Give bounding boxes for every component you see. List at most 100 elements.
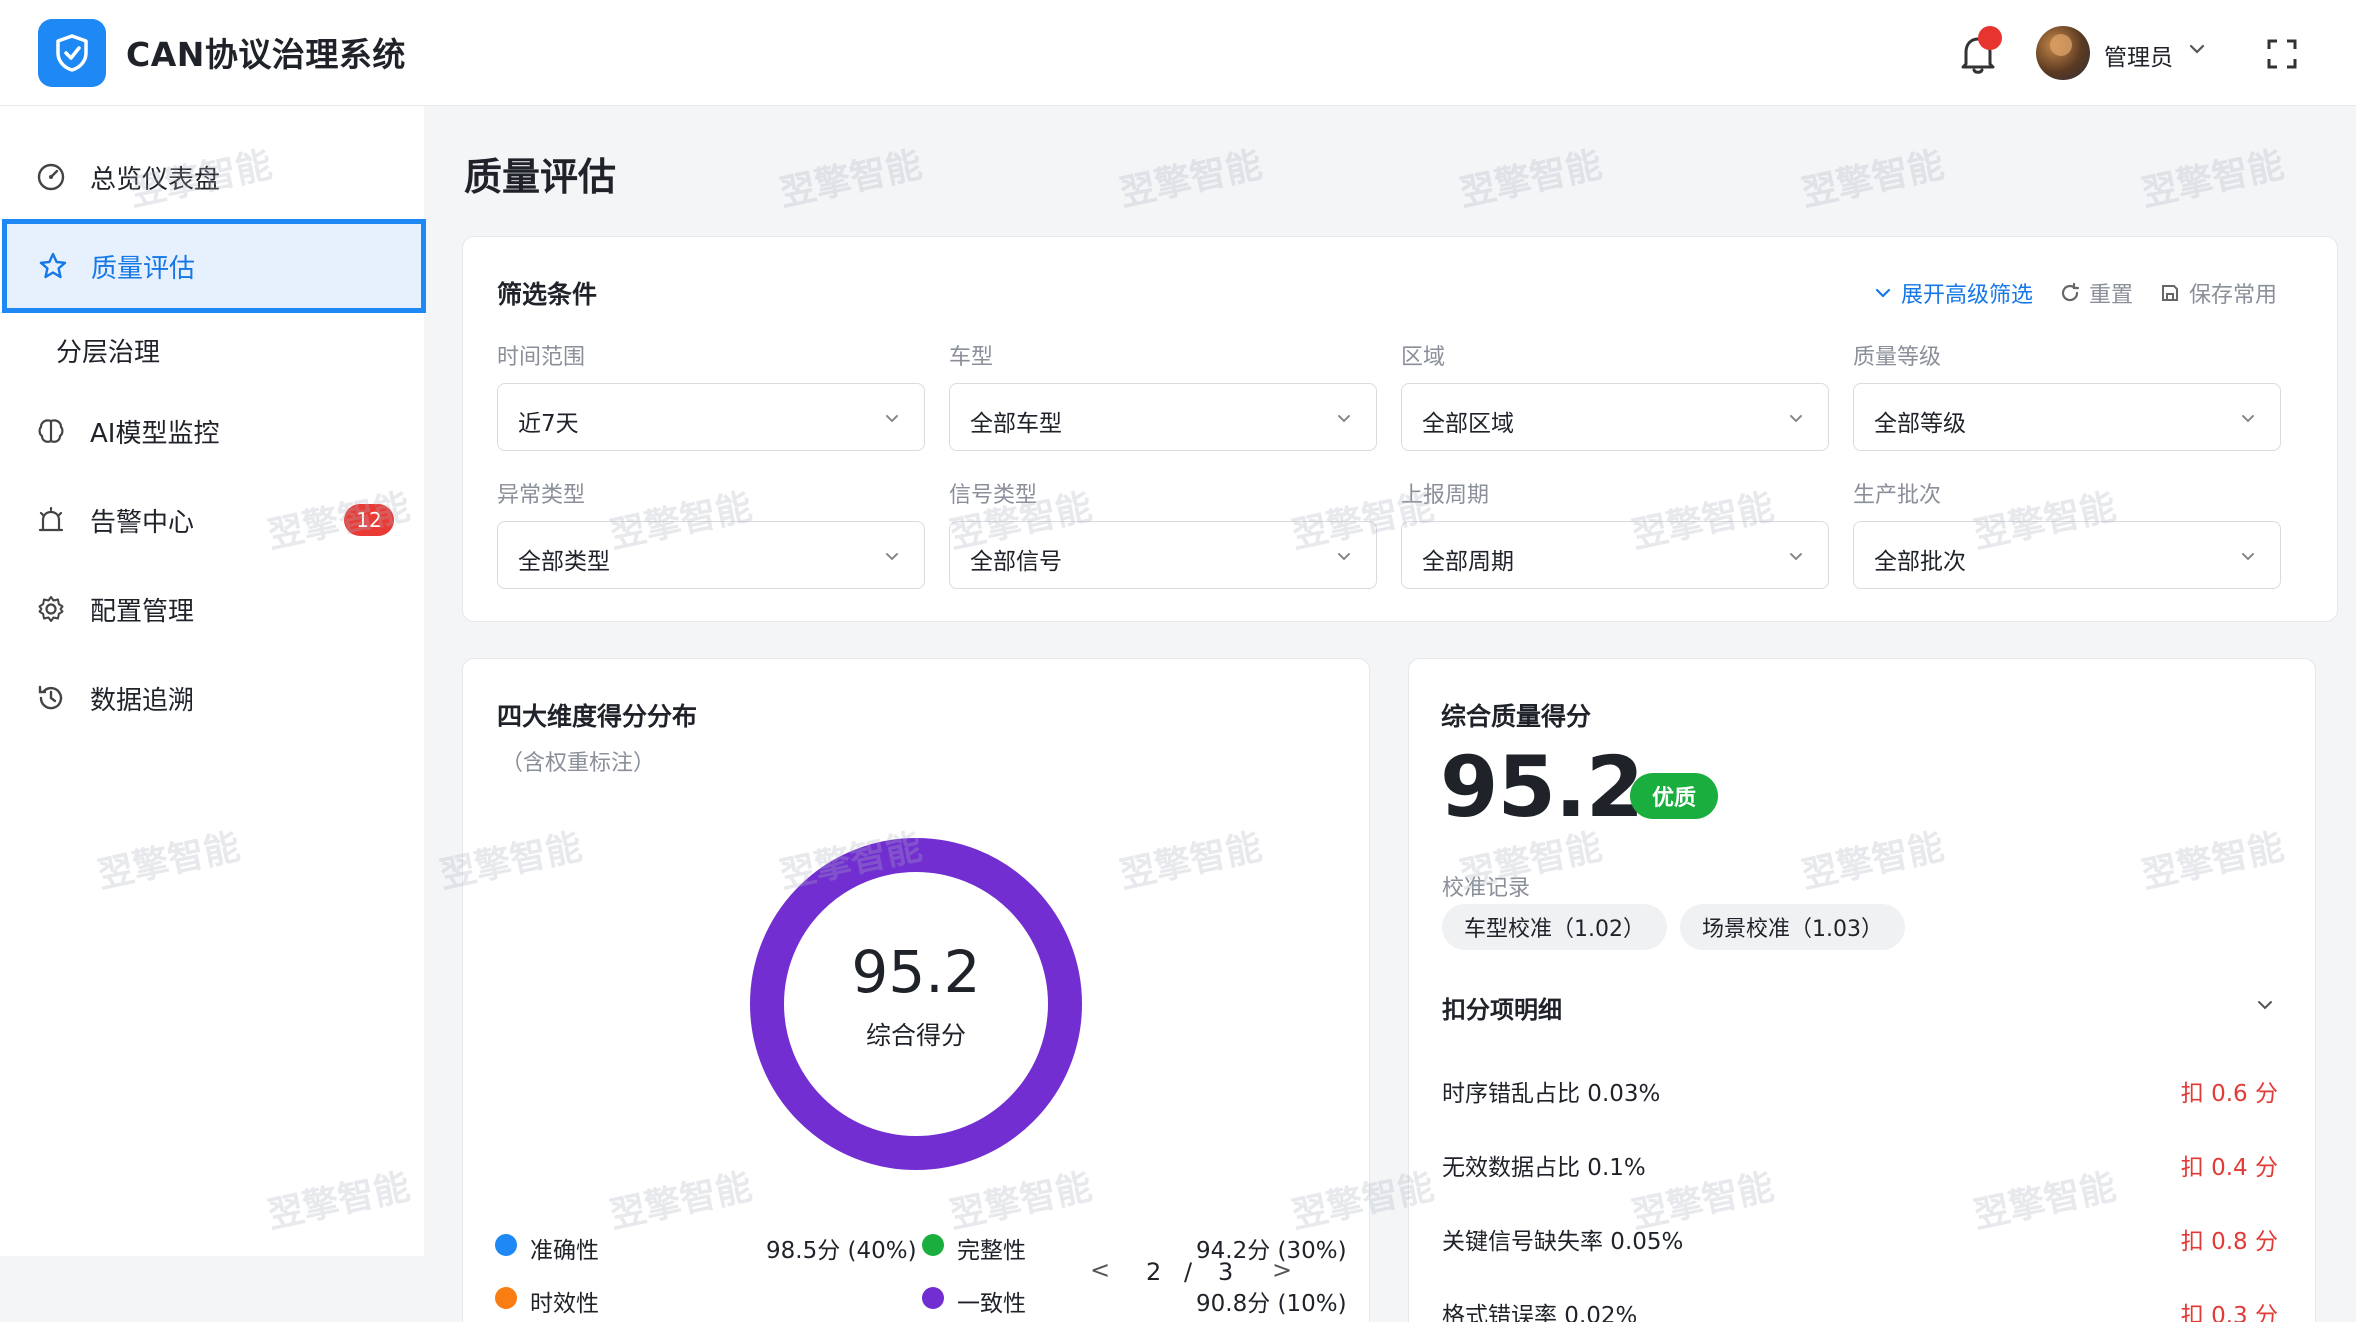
sidebar-item-quality[interactable]: 质量评估 bbox=[2, 219, 426, 313]
grade-badge: 优质 bbox=[1630, 773, 1718, 819]
notification-dot bbox=[1978, 26, 2002, 50]
legend-page-separator: / bbox=[1184, 1258, 1193, 1286]
quality-grade-select[interactable]: 全部等级 bbox=[1853, 383, 2281, 451]
sidebar-item-label: 质量评估 bbox=[91, 253, 196, 284]
sidebar-item-alarm[interactable]: 告警中心 12 bbox=[0, 480, 424, 560]
star-icon bbox=[39, 252, 67, 279]
sidebar-item-label: 配置管理 bbox=[90, 596, 195, 627]
filter-label-model: 车型 bbox=[949, 345, 994, 370]
watermark: 翌擎智能 bbox=[1456, 144, 1606, 215]
deduction-value: 扣 0.6 分 bbox=[2180, 1081, 2278, 1107]
filter-label-grade: 质量等级 bbox=[1853, 345, 1942, 370]
chevron-down-icon bbox=[1338, 415, 1350, 423]
sidebar-item-label: AI模型监控 bbox=[90, 418, 220, 449]
filter-label-batch: 生产批次 bbox=[1853, 483, 1942, 508]
save-favorite-button[interactable]: 保存常用 bbox=[2159, 277, 2277, 309]
reset-button[interactable]: 重置 bbox=[2059, 277, 2133, 309]
history-icon bbox=[38, 685, 63, 710]
watermark: 翌擎智能 bbox=[776, 144, 926, 215]
filter-label-time: 时间范围 bbox=[497, 345, 586, 370]
select-value: 全部等级 bbox=[1874, 411, 1966, 437]
chevron-down-icon bbox=[1790, 415, 1802, 423]
filter-title: 筛选条件 bbox=[497, 280, 598, 309]
select-value: 全部信号 bbox=[970, 549, 1062, 575]
vehicle-model-select[interactable]: 全部车型 bbox=[949, 383, 1377, 451]
legend-total-pages: 3 bbox=[1218, 1258, 1234, 1286]
region-select[interactable]: 全部区域 bbox=[1401, 383, 1829, 451]
time-range-select[interactable]: 近7天 bbox=[497, 383, 925, 451]
score-title: 综合质量得分 bbox=[1441, 702, 1592, 731]
legend-name-completeness: 完整性 bbox=[957, 1238, 1026, 1264]
expand-label: 展开高级筛选 bbox=[1900, 283, 2033, 308]
select-value: 全部区域 bbox=[1422, 411, 1514, 437]
filter-label-signal: 信号类型 bbox=[949, 483, 1038, 508]
legend-dot-timeliness bbox=[495, 1287, 517, 1309]
chevron-down-icon[interactable] bbox=[2186, 38, 2208, 60]
filter-card: 筛选条件 展开高级筛选 重置 保存常用 时间范围 近7天 车型 全部车型 区域 … bbox=[462, 236, 2338, 622]
select-value: 近7天 bbox=[518, 411, 579, 437]
deduction-value: 扣 0.3 分 bbox=[2180, 1303, 2278, 1322]
legend-dot-accuracy bbox=[495, 1234, 517, 1256]
brain-icon bbox=[38, 419, 64, 443]
sidebar-item-config[interactable]: 配置管理 bbox=[0, 569, 424, 649]
sidebar-item-trace[interactable]: 数据追溯 bbox=[0, 658, 424, 738]
fullscreen-icon[interactable] bbox=[2266, 38, 2298, 70]
deduction-item: 无效数据占比 0.1% bbox=[1442, 1155, 1646, 1181]
avatar[interactable] bbox=[2036, 26, 2090, 80]
refresh-icon bbox=[2061, 282, 2080, 302]
sidebar-item-dashboard[interactable]: 总览仪表盘 bbox=[0, 137, 424, 217]
user-name[interactable]: 管理员 bbox=[2104, 38, 2173, 72]
calibration-chip: 场景校准（1.03） bbox=[1680, 904, 1905, 950]
sidebar-item-ai-monitor[interactable]: AI模型监控 bbox=[0, 391, 424, 471]
legend-name-timeliness: 时效性 bbox=[530, 1291, 599, 1317]
chevron-down-icon bbox=[1338, 553, 1350, 561]
top-header: CAN协议治理系统 管理员 bbox=[0, 0, 2356, 106]
sidebar-item-label: 数据追溯 bbox=[90, 685, 195, 716]
select-value: 全部周期 bbox=[1422, 549, 1514, 575]
chevron-down-icon bbox=[886, 553, 898, 561]
report-period-select[interactable]: 全部周期 bbox=[1401, 521, 1829, 589]
reset-label: 重置 bbox=[2088, 283, 2133, 308]
chevron-down-icon bbox=[1875, 288, 1891, 298]
chevron-down-icon bbox=[2242, 553, 2254, 561]
donut-center-label: 综合得分 bbox=[865, 1021, 966, 1050]
filter-label-region: 区域 bbox=[1401, 345, 1446, 370]
chevron-down-icon bbox=[886, 415, 898, 423]
legend-dot-consistency bbox=[922, 1287, 944, 1309]
watermark: 翌擎智能 bbox=[1116, 144, 1266, 215]
legend-dot-completeness bbox=[922, 1234, 944, 1256]
deduction-item: 时序错乱占比 0.03% bbox=[1442, 1081, 1661, 1107]
logo-icon bbox=[38, 19, 106, 87]
select-value: 全部车型 bbox=[970, 411, 1062, 437]
watermark: 翌擎智能 bbox=[2138, 144, 2288, 215]
select-value: 全部类型 bbox=[518, 549, 610, 575]
expand-advanced-filter-button[interactable]: 展开高级筛选 bbox=[1873, 277, 2033, 309]
anomaly-type-select[interactable]: 全部类型 bbox=[497, 521, 925, 589]
save-icon bbox=[2161, 285, 2178, 301]
calibration-label: 校准记录 bbox=[1442, 876, 1531, 901]
sidebar-item-label: 告警中心 bbox=[90, 507, 195, 538]
sidebar-item-layered[interactable]: 分层治理 bbox=[56, 332, 160, 369]
watermark: 翌擎智能 bbox=[1798, 144, 1948, 215]
chevron-down-icon[interactable] bbox=[2254, 994, 2276, 1016]
overall-score-value: 95.2 bbox=[1440, 738, 1644, 836]
chevron-down-icon bbox=[2242, 415, 2254, 423]
alarm-count-badge: 12 bbox=[344, 504, 394, 536]
signal-type-select[interactable]: 全部信号 bbox=[949, 521, 1377, 589]
save-label: 保存常用 bbox=[2188, 283, 2277, 308]
legend-next-page[interactable]: > bbox=[1272, 1256, 1292, 1284]
app-title: CAN协议治理系统 bbox=[126, 35, 406, 74]
legend-prev-page[interactable]: < bbox=[1090, 1256, 1110, 1284]
calibration-chip: 车型校准（1.02） bbox=[1442, 904, 1667, 950]
filter-actions: 展开高级筛选 重置 保存常用 bbox=[1847, 277, 2277, 309]
page-title: 质量评估 bbox=[464, 155, 617, 199]
filter-label-period: 上报周期 bbox=[1401, 483, 1490, 508]
legend-name-accuracy: 准确性 bbox=[530, 1238, 599, 1264]
deduction-title[interactable]: 扣分项明细 bbox=[1442, 990, 1562, 1025]
legend-name-consistency: 一致性 bbox=[957, 1291, 1026, 1317]
distribution-note: （含权重标注） bbox=[501, 751, 656, 776]
select-value: 全部批次 bbox=[1874, 549, 1966, 575]
legend-value-consistency: 90.8分 (10%) bbox=[1196, 1291, 1347, 1317]
production-batch-select[interactable]: 全部批次 bbox=[1853, 521, 2281, 589]
chevron-down-icon bbox=[1790, 553, 1802, 561]
